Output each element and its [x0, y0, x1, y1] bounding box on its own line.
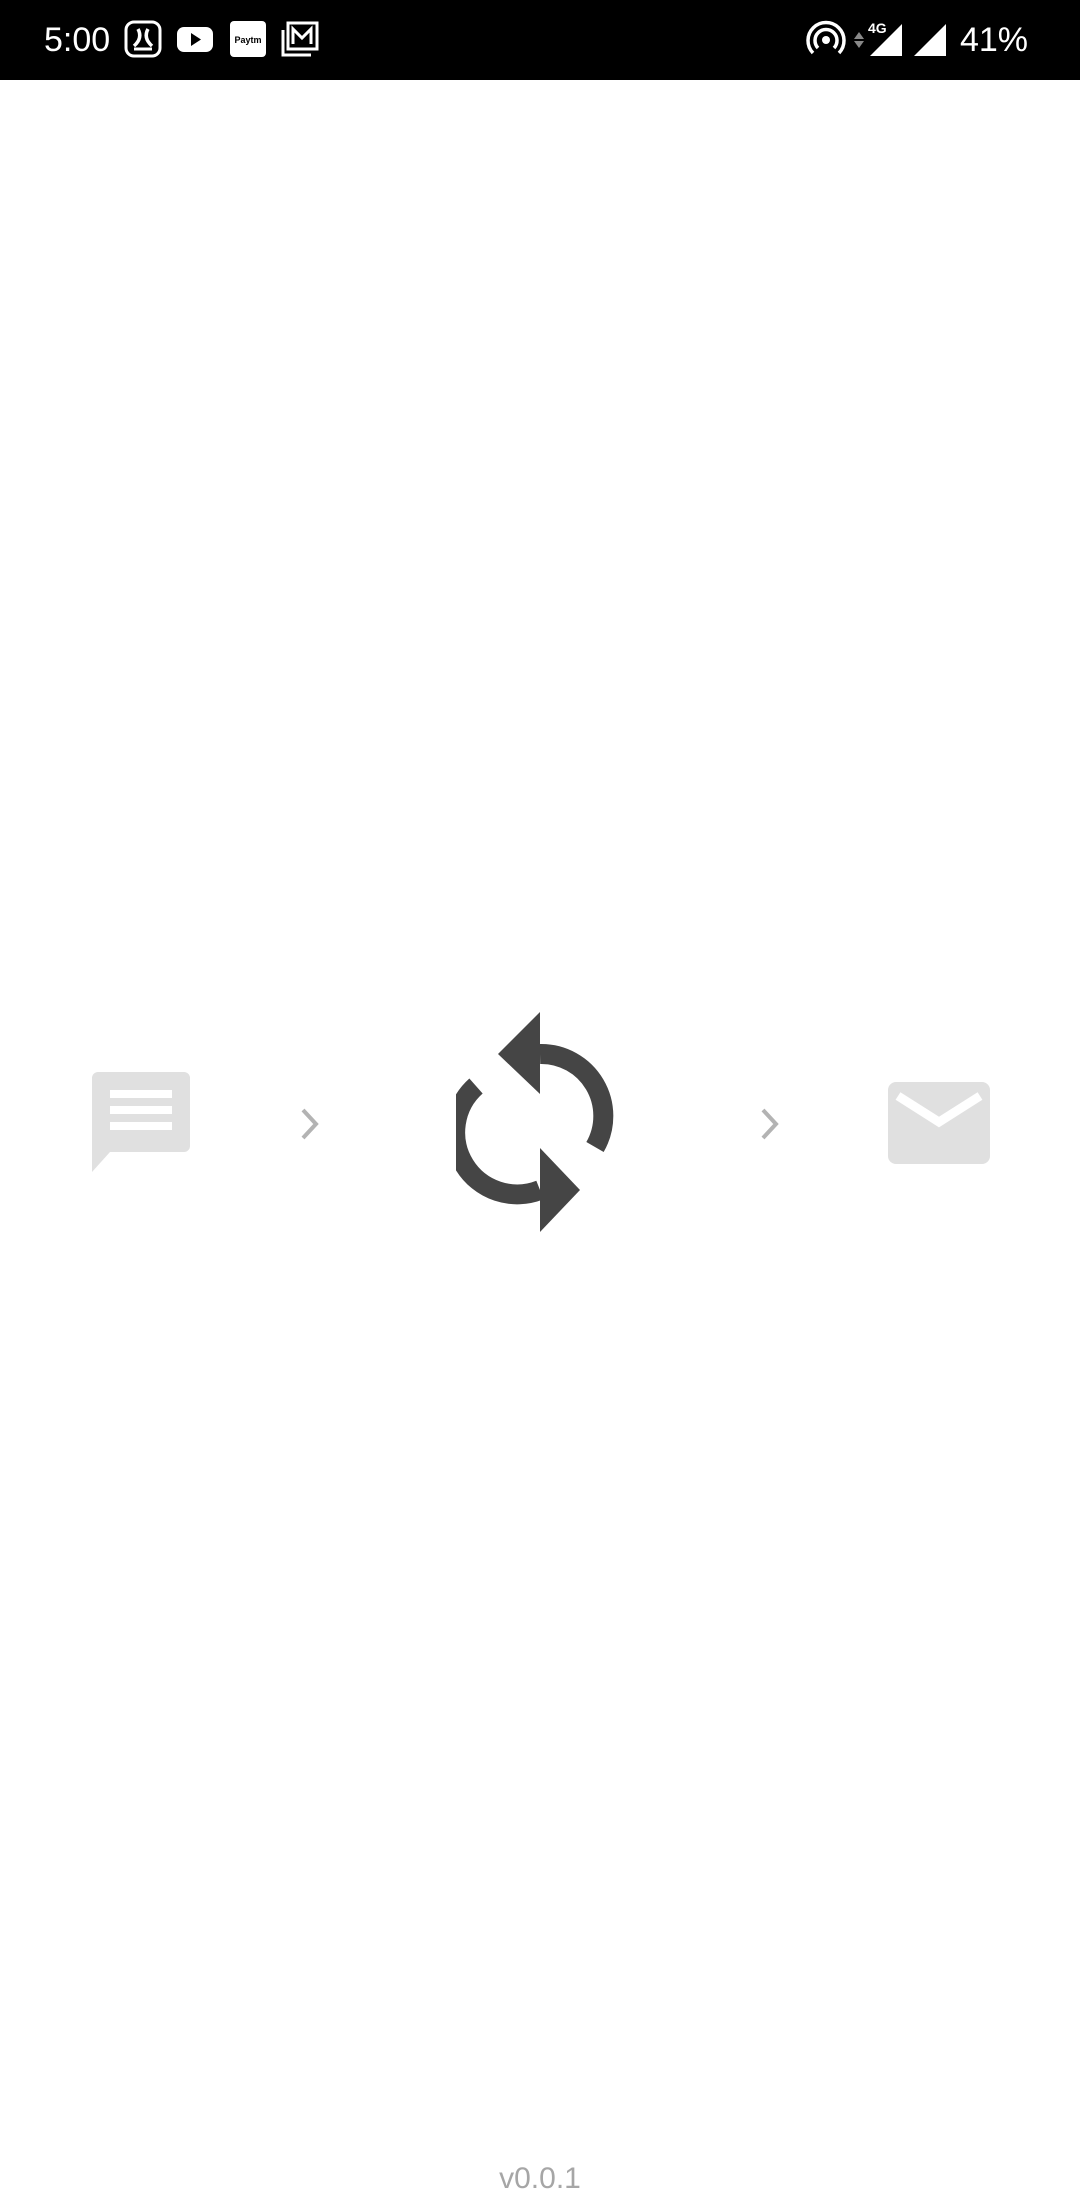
chevron-right-icon-2	[761, 1108, 779, 1140]
gallery-icon	[281, 21, 319, 57]
hotspot-icon	[806, 20, 846, 55]
chevron-right-icon	[301, 1108, 319, 1140]
mail-icon	[888, 1082, 990, 1164]
paytm-icon: Paytm	[230, 21, 266, 57]
status-bar: 5:00 Paytm 4G 41%	[0, 0, 1080, 80]
battery-percentage: 41%	[959, 21, 1028, 59]
sms-message-icon	[92, 1072, 190, 1172]
saavn-icon	[124, 20, 162, 58]
signal-strength-icon-2	[914, 24, 946, 56]
sync-icon	[456, 1012, 614, 1232]
youtube-icon	[177, 27, 213, 52]
paytm-label: Paytm	[234, 35, 261, 45]
status-time: 5:00	[44, 21, 111, 59]
signal-strength-icon	[870, 24, 902, 56]
app-version: v0.0.1	[499, 2162, 581, 2195]
data-activity-icon	[854, 32, 864, 48]
main-content: v0.0.1	[0, 80, 1080, 2195]
